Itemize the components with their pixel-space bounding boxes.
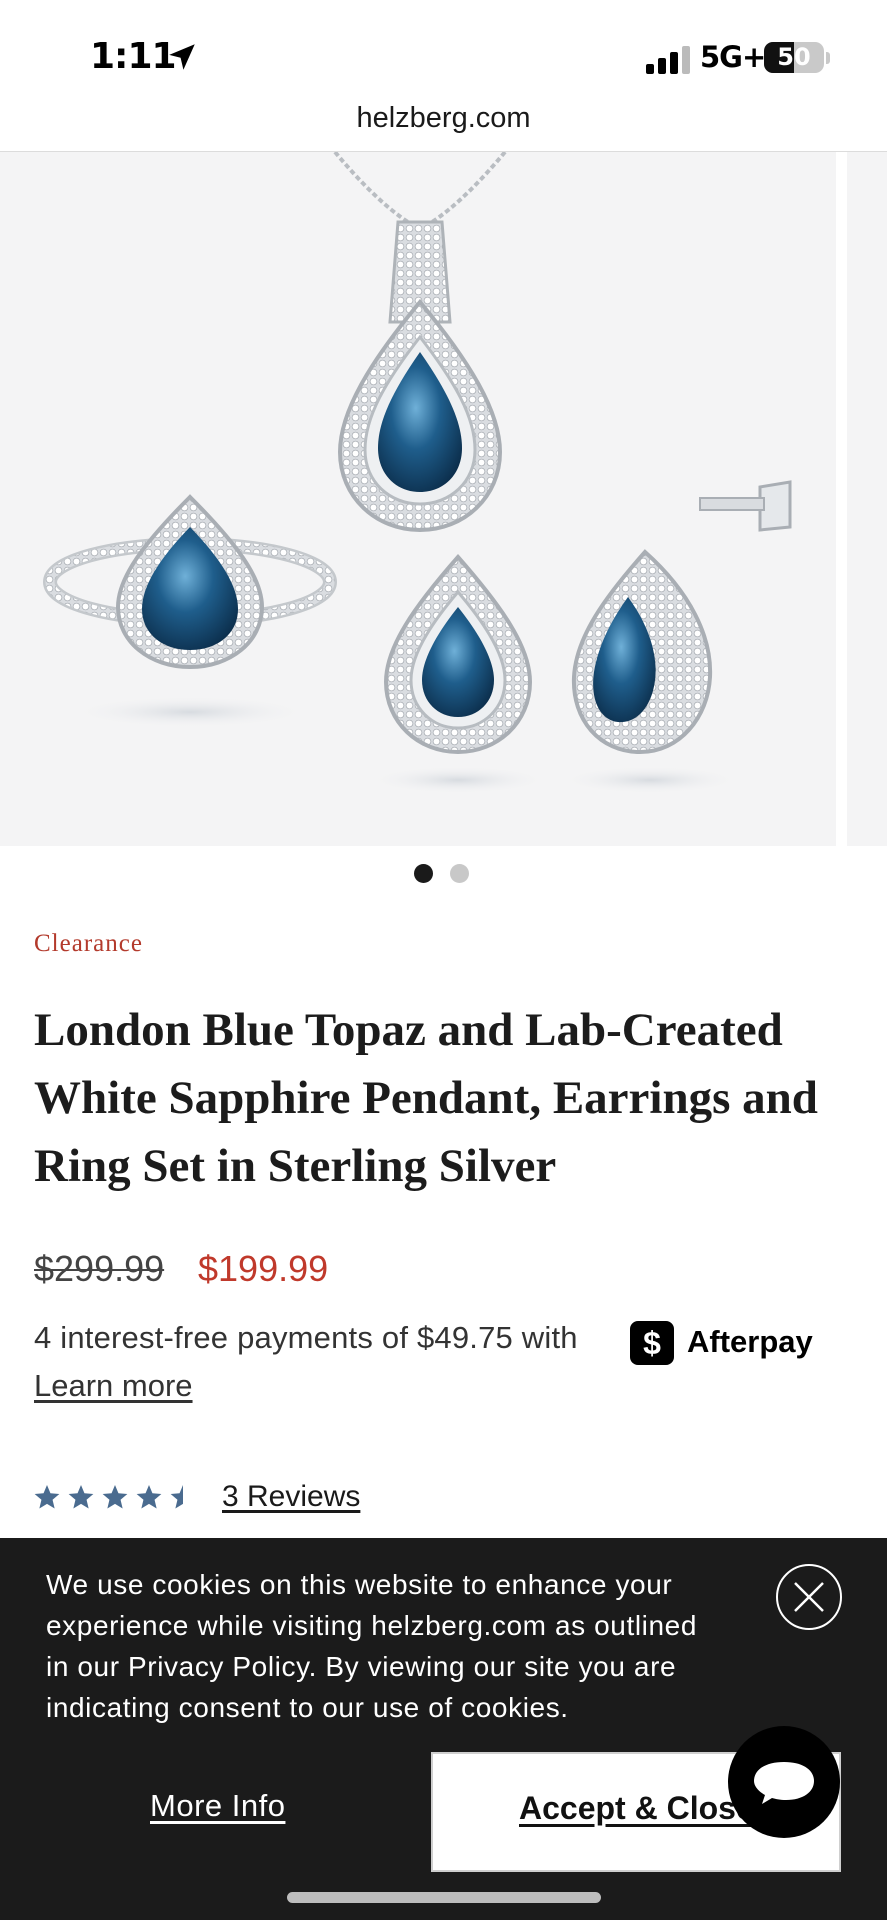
carousel-dot[interactable] bbox=[450, 864, 469, 883]
carousel-dot[interactable] bbox=[414, 864, 433, 883]
chat-bubble-icon bbox=[754, 1762, 814, 1804]
address-bar-url[interactable]: helzberg.com bbox=[0, 102, 887, 135]
product-gallery[interactable] bbox=[0, 152, 887, 846]
afterpay-installments-text: 4 interest-free payments of $49.75 with bbox=[34, 1320, 578, 1355]
battery-level: 50 bbox=[777, 43, 811, 71]
home-indicator[interactable] bbox=[287, 1892, 601, 1903]
learn-more-link[interactable]: Learn more bbox=[34, 1368, 193, 1404]
afterpay-brand: Afterpay bbox=[687, 1324, 813, 1359]
status-time: 1:11 bbox=[90, 36, 177, 77]
product-title: London Blue Topaz and Lab-Created White … bbox=[34, 1004, 818, 1192]
status-bar: 1:11 5G+ 50 bbox=[0, 0, 887, 100]
close-icon bbox=[794, 1582, 824, 1612]
afterpay-logo-icon: $ bbox=[630, 1321, 674, 1365]
accept-and-close-label: Accept & Close bbox=[519, 1790, 754, 1826]
battery-cap bbox=[826, 52, 830, 64]
original-price: $299.99 bbox=[34, 1248, 165, 1289]
network-type: 5G+ bbox=[700, 40, 766, 74]
location-arrow-icon bbox=[169, 44, 195, 70]
star-rating bbox=[34, 1485, 183, 1509]
rating-star-icon bbox=[68, 1485, 94, 1509]
jewelry-set-image bbox=[43, 152, 792, 794]
rating-star-icon bbox=[170, 1485, 183, 1509]
cellular-signal-icon bbox=[646, 44, 692, 74]
product-image[interactable] bbox=[0, 152, 836, 846]
rating-star-icon bbox=[136, 1485, 162, 1509]
battery-icon: 50 bbox=[764, 42, 824, 73]
next-slide-peek[interactable] bbox=[847, 152, 887, 846]
rating-star-icon bbox=[102, 1485, 128, 1509]
chat-button[interactable] bbox=[728, 1726, 840, 1838]
more-info-link[interactable]: More Info bbox=[150, 1788, 285, 1824]
cookie-message: We use cookies on this website to enhanc… bbox=[46, 1569, 698, 1723]
sale-price: $199.99 bbox=[198, 1248, 329, 1289]
close-cookie-button[interactable] bbox=[776, 1564, 842, 1630]
clearance-badge: Clearance bbox=[34, 930, 143, 957]
reviews-link[interactable]: 3 Reviews bbox=[222, 1480, 360, 1514]
rating-star-icon bbox=[34, 1485, 60, 1509]
